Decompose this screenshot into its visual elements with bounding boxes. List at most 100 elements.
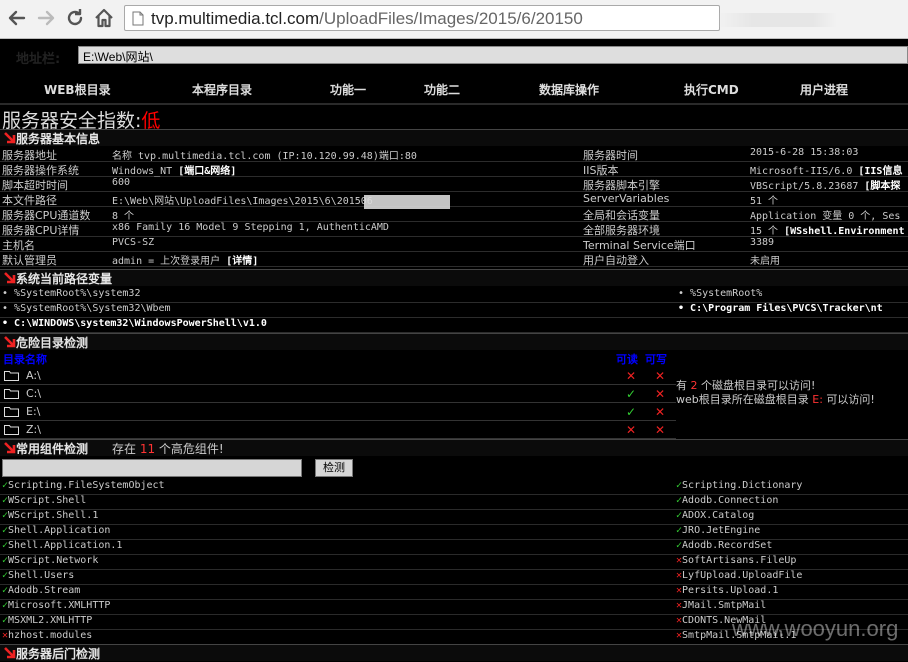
component-name: ADOX.Catalog: [682, 510, 755, 521]
dir-info1-a: 有: [676, 379, 691, 392]
menu-function-one[interactable]: 功能一: [330, 81, 366, 98]
dir-row[interactable]: E:\ ✓ ✕: [0, 403, 676, 421]
reload-icon[interactable]: [64, 7, 86, 29]
component-entry: ✓ADOX.Catalog: [676, 510, 754, 521]
menu-program-dir[interactable]: 本程序目录: [192, 81, 252, 98]
browser-toolbar: tvp.multimedia.tcl.com/UploadFiles/Image…: [0, 0, 908, 39]
path-entry-text: C:\Program Files\PVCS\Tracker\nt: [690, 303, 883, 314]
component-row: ✓WScript.Shell.1 ✓ADOX.Catalog: [0, 509, 908, 525]
component-name: Scripting.FileSystemObject: [8, 480, 165, 491]
folder-icon: [4, 424, 19, 435]
menu-exec-cmd[interactable]: 执行CMD: [684, 81, 739, 98]
component-row: ✓Microsoft.XMLHTTP ✕JMail.SmtpMail: [0, 599, 908, 615]
section-basic-info: 服务器基本信息: [0, 129, 908, 146]
path-entry-text: %SystemRoot%\System32\Wbem: [14, 303, 171, 314]
check-icon: ✓: [626, 405, 637, 419]
info-row: 服务器地址 名称 tvp.multimedia.tcl.com (IP:10.12…: [0, 146, 908, 162]
bullet: •: [2, 303, 15, 314]
address-label: 地址栏:: [16, 52, 61, 67]
cross-icon: ✕: [626, 369, 637, 383]
component-entry: ✕hzhost.modules: [2, 630, 92, 641]
menu-user-process[interactable]: 用户进程: [800, 81, 848, 98]
path-entry-text: %SystemRoot%: [690, 288, 763, 299]
component-row: ✓Adodb.Stream ✕Persits.Upload.1: [0, 584, 908, 600]
dir-col-read: 可读: [616, 353, 638, 366]
path-entry: • %SystemRoot%\system32: [2, 288, 140, 299]
component-entry: ✓Shell.Users: [2, 570, 74, 581]
component-name: JMail.SmtpMail: [682, 600, 767, 611]
component-entry: ✓Microsoft.XMLHTTP: [2, 600, 110, 611]
component-row: ✓WScript.Shell ✓Adodb.Connection: [0, 494, 908, 510]
url-host: tvp.multimedia.tcl.com: [151, 9, 320, 28]
component-name: Shell.Users: [8, 570, 75, 581]
component-entry: ✕SoftArtisans.FileUp: [676, 555, 796, 566]
component-count: 存在 11 个高危组件!: [112, 440, 224, 457]
menu-database[interactable]: 数据库操作: [539, 81, 599, 98]
menu-function-two[interactable]: 功能二: [424, 81, 460, 98]
component-count-a: 存在: [112, 442, 140, 456]
dir-row[interactable]: A:\ ✕ ✕: [0, 367, 676, 385]
cross-icon: ✕: [655, 387, 666, 401]
component-name: Shell.Application.1: [8, 540, 123, 551]
component-name: LyfUpload.UploadFile: [682, 570, 803, 581]
component-count-b: 个高危组件!: [155, 442, 224, 456]
dir-info1-b: 个磁盘根目录可以访问!: [697, 379, 816, 392]
component-name: WScript.Shell.1: [8, 510, 99, 521]
menu-web-root[interactable]: WEB根目录: [44, 81, 111, 98]
dir-name: Z:\: [26, 423, 41, 436]
component-name: Persits.Upload.1: [682, 585, 779, 596]
arrow-icon: [4, 132, 16, 144]
path-entry: • %SystemRoot%: [678, 288, 762, 299]
dir-row[interactable]: C:\ ✓ ✕: [0, 385, 676, 403]
info-value: admin = 上次登录用户 [详情]: [112, 252, 258, 267]
top-menu: WEB根目录 本程序目录 功能一 功能二 数据库操作 执行CMD 用户进程: [0, 76, 908, 102]
component-name: Adodb.Connection: [682, 495, 779, 506]
component-entry: ✓Shell.Application: [2, 525, 110, 536]
component-name: MSXML2.XMLHTTP: [8, 615, 93, 626]
component-search-input[interactable]: [2, 459, 302, 477]
path-entry: • C:\WINDOWS\system32\WindowsPowerShell\…: [2, 318, 267, 329]
url-bar[interactable]: tvp.multimedia.tcl.com/UploadFiles/Image…: [124, 5, 837, 31]
info-value-text: 3389: [750, 237, 775, 248]
bullet: •: [2, 288, 15, 299]
home-icon[interactable]: [93, 7, 115, 29]
dir-col-write: 可写: [645, 353, 667, 366]
info-value: 3389: [750, 237, 774, 248]
info-label: 用户自动登入: [583, 254, 649, 267]
back-icon[interactable]: [6, 7, 28, 29]
info-row: 默认管理员 admin = 上次登录用户 [详情] 用户自动登入 未启用: [0, 251, 908, 267]
component-name: SoftArtisans.FileUp: [682, 555, 797, 566]
info-value-text: PVCS-SZ: [112, 237, 155, 248]
arrow-icon: [4, 336, 16, 348]
component-entry: ✕LyfUpload.UploadFile: [676, 570, 802, 581]
component-entry: ✓Scripting.FileSystemObject: [2, 480, 165, 491]
path-entry: • %SystemRoot%\System32\Wbem: [2, 303, 171, 314]
info-label: ServerVariables: [583, 192, 670, 205]
component-entry: ✓Adodb.Connection: [676, 495, 778, 506]
watermark: www.wooyun.org: [732, 616, 899, 641]
path-entry: • C:\Program Files\PVCS\Tracker\nt: [678, 303, 883, 314]
info-link[interactable]: [详情]: [226, 256, 258, 267]
info-value: PVCS-SZ: [112, 237, 154, 248]
component-entry: ✓JRO.JetEngine: [676, 525, 760, 536]
component-name: Adodb.RecordSet: [682, 540, 773, 551]
check-icon: ✓: [626, 387, 637, 401]
info-row: 服务器操作系统 Windows_NT [端口&网络] IIS版本 Microsoft-…: [0, 161, 908, 177]
bullet: •: [678, 288, 691, 299]
address-input[interactable]: E:\Web\网站\: [78, 46, 908, 64]
check-button[interactable]: 检测: [315, 459, 353, 477]
dir-summary: 有 2 个磁盘根目录可以访问! web根目录所在磁盘根目录 E: 可以访问!: [676, 379, 875, 407]
info-value: E:\Web\网站\UploadFiles\Images\2015\6\2015…: [112, 192, 373, 207]
info-row: 脚本超时时间 600 服务器脚本引擎 VBScript/5.8.23687 [脚本探: [0, 176, 908, 192]
component-row: ✓WScript.Network ✕SoftArtisans.FileUp: [0, 554, 908, 570]
folder-icon: [4, 370, 19, 381]
info-value: 8 个: [112, 207, 134, 222]
info-value: 未启用: [750, 252, 780, 267]
dir-row[interactable]: Z:\ ✕ ✕: [0, 421, 676, 439]
url-text: tvp.multimedia.tcl.com/UploadFiles/Image…: [151, 9, 583, 29]
dir-info2-drive: E:: [812, 393, 823, 406]
component-row: ✓Shell.Application.1 ✓Adodb.RecordSet: [0, 539, 908, 555]
info-row: 服务器CPU详情 x86 Family 16 Model 9 Stepping 1…: [0, 221, 908, 237]
forward-icon[interactable]: [35, 7, 57, 29]
info-value: VBScript/5.8.23687 [脚本探: [750, 177, 900, 192]
